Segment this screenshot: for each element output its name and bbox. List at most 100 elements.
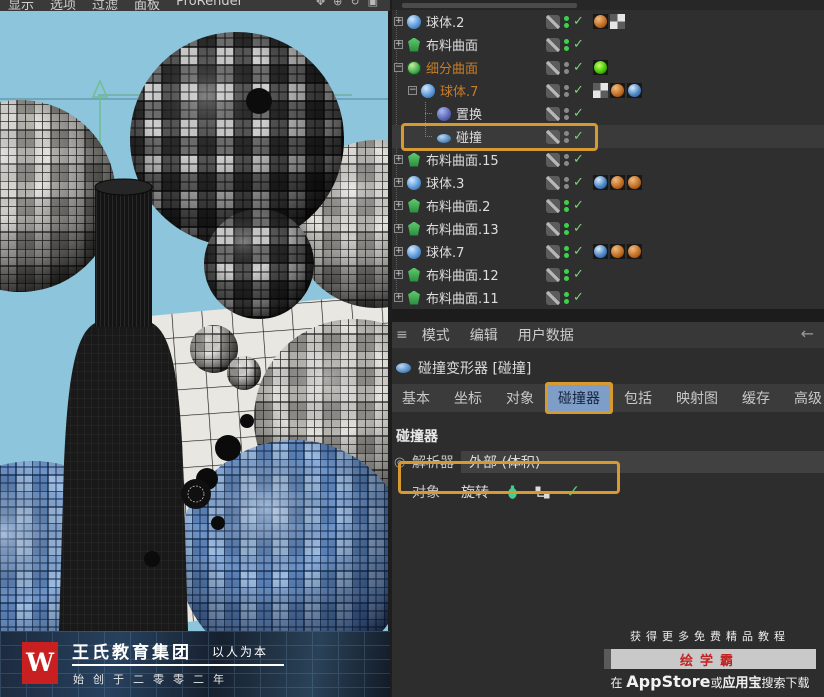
horizontal-scrollbar[interactable] bbox=[402, 3, 577, 8]
object-row[interactable]: 置换 ✓ bbox=[390, 102, 824, 125]
object-row[interactable]: + 布料曲面 ✓ bbox=[390, 33, 824, 56]
enabled-check-icon[interactable]: ✓ bbox=[573, 267, 584, 282]
panel-splitter[interactable] bbox=[388, 0, 392, 697]
visibility-dots[interactable] bbox=[564, 199, 569, 212]
orange-material-tag[interactable] bbox=[610, 175, 625, 190]
tab-高级[interactable]: 高级 bbox=[784, 385, 824, 411]
visibility-dots[interactable] bbox=[564, 245, 569, 258]
visibility-dots[interactable] bbox=[564, 130, 569, 143]
expand-icon[interactable]: + bbox=[394, 201, 403, 210]
enabled-check-icon[interactable]: ✓ bbox=[573, 175, 584, 190]
tab-坐标[interactable]: 坐标 bbox=[444, 385, 492, 411]
editor-toggle-icon[interactable] bbox=[546, 60, 560, 75]
expand-icon[interactable]: + bbox=[394, 247, 403, 256]
object-row[interactable]: − 细分曲面 ✓ bbox=[390, 56, 824, 79]
visibility-dots[interactable] bbox=[564, 84, 569, 97]
visibility-dots[interactable] bbox=[564, 61, 569, 74]
viewport-menu-item[interactable]: ProRender bbox=[176, 0, 243, 11]
earth-material-tag[interactable] bbox=[593, 244, 608, 259]
enabled-check-icon[interactable]: ✓ bbox=[573, 14, 584, 29]
object-row[interactable]: − 球体.7 ✓ bbox=[390, 79, 824, 102]
attribute-menu-item[interactable]: 用户数据 bbox=[518, 325, 574, 345]
attribute-menu-item[interactable]: 编辑 bbox=[470, 325, 498, 345]
object-row[interactable]: + 布料曲面.13 ✓ bbox=[390, 217, 824, 240]
editor-toggle-icon[interactable] bbox=[546, 14, 560, 29]
tab-缓存[interactable]: 缓存 bbox=[732, 385, 780, 411]
collapse-icon[interactable]: − bbox=[394, 63, 403, 72]
enabled-check-icon[interactable]: ✓ bbox=[573, 152, 584, 167]
green-material-tag[interactable] bbox=[593, 60, 608, 75]
expand-icon[interactable]: + bbox=[394, 40, 403, 49]
orange-material-tag[interactable] bbox=[627, 175, 642, 190]
editor-toggle-icon[interactable] bbox=[546, 106, 560, 121]
expand-icon[interactable]: + bbox=[394, 270, 403, 279]
expand-icon[interactable]: + bbox=[394, 17, 403, 26]
earth-material-tag[interactable] bbox=[593, 175, 608, 190]
hamburger-icon[interactable]: ≡ bbox=[396, 327, 408, 343]
enabled-check-icon[interactable]: ✓ bbox=[573, 129, 584, 144]
back-arrow-icon[interactable]: ← bbox=[801, 324, 814, 343]
editor-toggle-icon[interactable] bbox=[546, 175, 560, 190]
expand-icon[interactable]: + bbox=[394, 224, 403, 233]
visibility-dots[interactable] bbox=[564, 38, 569, 51]
object-row[interactable]: + 布料曲面.12 ✓ bbox=[390, 263, 824, 286]
tab-基本[interactable]: 基本 bbox=[392, 385, 440, 411]
earth-material-tag[interactable] bbox=[627, 83, 642, 98]
enabled-check-icon[interactable]: ✓ bbox=[573, 198, 584, 213]
tab-碰撞器[interactable]: 碰撞器 bbox=[548, 385, 610, 411]
viewport-toolbar-icon[interactable]: ✥ bbox=[316, 0, 325, 8]
object-row[interactable]: + 球体.7 ✓ bbox=[390, 240, 824, 263]
viewport-toolbar-icon[interactable]: ↻ bbox=[350, 0, 359, 8]
tab-对象[interactable]: 对象 bbox=[496, 385, 544, 411]
viewport-toolbar-icon[interactable]: ▣ bbox=[368, 0, 378, 8]
enabled-check-icon[interactable]: ✓ bbox=[573, 221, 584, 236]
orange-material-tag[interactable] bbox=[610, 244, 625, 259]
enabled-check-icon[interactable]: ✓ bbox=[573, 37, 584, 52]
enabled-check-icon[interactable]: ✓ bbox=[573, 106, 584, 121]
expand-icon[interactable]: + bbox=[394, 178, 403, 187]
editor-toggle-icon[interactable] bbox=[546, 198, 560, 213]
orange-material-tag[interactable] bbox=[593, 14, 608, 29]
visibility-dots[interactable] bbox=[564, 107, 569, 120]
object-row[interactable]: + 球体.3 ✓ bbox=[390, 171, 824, 194]
tab-映射图[interactable]: 映射图 bbox=[666, 385, 728, 411]
orange-material-tag[interactable] bbox=[627, 244, 642, 259]
editor-toggle-icon[interactable] bbox=[546, 83, 560, 98]
editor-toggle-icon[interactable] bbox=[546, 152, 560, 167]
enabled-check-icon[interactable]: ✓ bbox=[573, 244, 584, 259]
visibility-dots[interactable] bbox=[564, 15, 569, 28]
visibility-dots[interactable] bbox=[564, 153, 569, 166]
editor-toggle-icon[interactable] bbox=[546, 244, 560, 259]
attribute-menu-item[interactable]: 模式 bbox=[422, 325, 450, 345]
editor-toggle-icon[interactable] bbox=[546, 129, 560, 144]
sphere-small-gray-2[interactable] bbox=[227, 356, 261, 390]
small-black-sphere[interactable] bbox=[246, 88, 272, 114]
expand-icon[interactable]: + bbox=[394, 155, 403, 164]
viewport-menu-item[interactable]: 显示 bbox=[8, 0, 34, 11]
viewport-canvas[interactable] bbox=[0, 11, 390, 697]
visibility-dots[interactable] bbox=[564, 268, 569, 281]
editor-toggle-icon[interactable] bbox=[546, 290, 560, 305]
editor-toggle-icon[interactable] bbox=[546, 221, 560, 236]
visibility-dots[interactable] bbox=[564, 222, 569, 235]
enabled-check-icon[interactable]: ✓ bbox=[573, 83, 584, 98]
object-row[interactable]: + 布料曲面.11 ✓ bbox=[390, 286, 824, 309]
enabled-check-icon[interactable]: ✓ bbox=[573, 290, 584, 305]
object-row[interactable]: + 球体.2 ✓ bbox=[390, 10, 824, 33]
hierarchy-icon[interactable] bbox=[535, 486, 550, 499]
object-row[interactable]: + 布料曲面.2 ✓ bbox=[390, 194, 824, 217]
apply-check-icon[interactable]: ✓ bbox=[566, 482, 580, 502]
sphere-mid[interactable] bbox=[204, 209, 314, 319]
checker-material-tag[interactable] bbox=[593, 83, 608, 98]
visibility-dots[interactable] bbox=[564, 176, 569, 189]
object-row[interactable]: + 布料曲面.15 ✓ bbox=[390, 148, 824, 171]
viewport-menu-item[interactable]: 过滤 bbox=[92, 0, 118, 11]
checker-material-tag[interactable] bbox=[610, 14, 625, 29]
viewport-menu-item[interactable]: 选项 bbox=[50, 0, 76, 11]
visibility-dots[interactable] bbox=[564, 291, 569, 304]
editor-toggle-icon[interactable] bbox=[546, 37, 560, 52]
viewport-toolbar-icon[interactable]: ⊕ bbox=[333, 0, 342, 8]
solver-dropdown[interactable]: 外部 (体积) bbox=[461, 451, 824, 473]
enabled-check-icon[interactable]: ✓ bbox=[573, 60, 584, 75]
editor-toggle-icon[interactable] bbox=[546, 267, 560, 282]
